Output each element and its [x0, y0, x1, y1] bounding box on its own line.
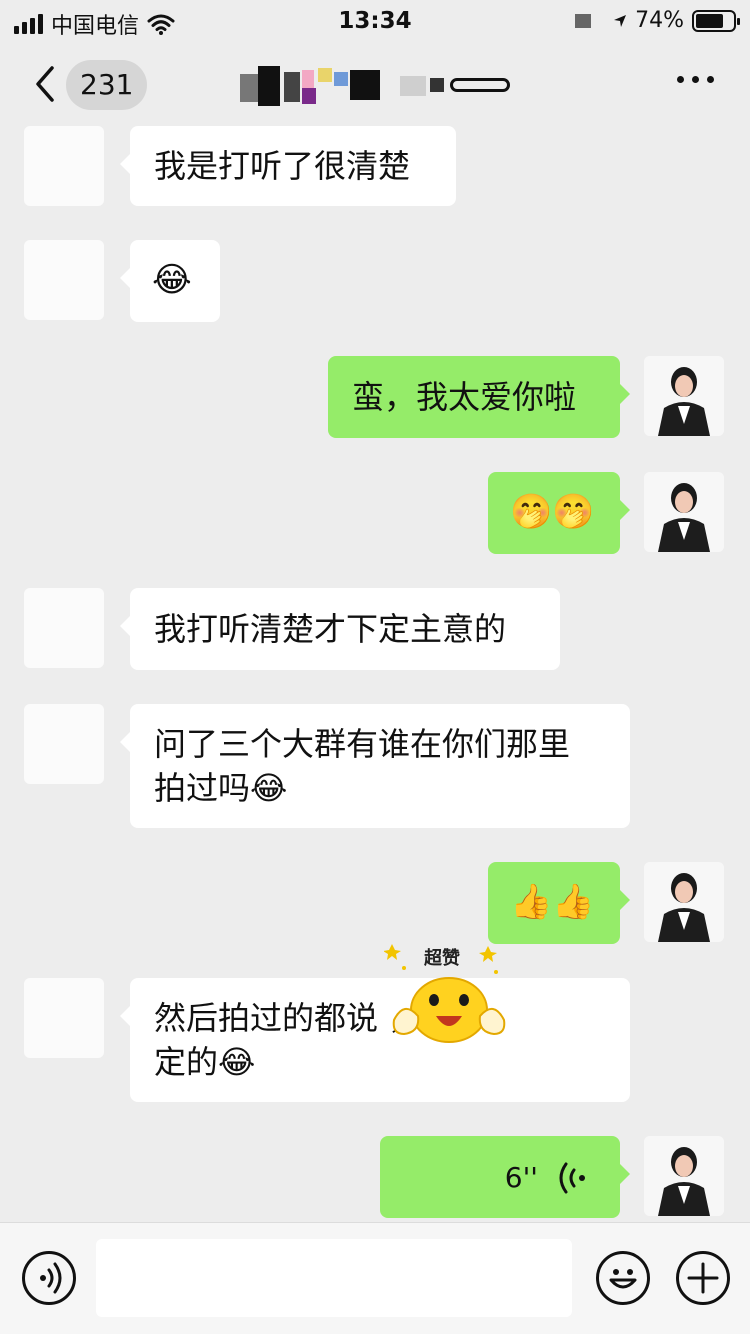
message-input-bar	[0, 1222, 750, 1334]
voice-message-bubble[interactable]: 6''	[380, 1136, 630, 1218]
user-avatar[interactable]	[644, 1136, 724, 1216]
profile-photo-icon	[644, 356, 724, 436]
profile-photo-icon	[644, 472, 724, 552]
message-bubble-incoming[interactable]: 我是打听了很清楚	[120, 126, 456, 206]
voice-input-button[interactable]	[22, 1251, 76, 1305]
user-avatar[interactable]	[644, 862, 724, 942]
message-bubble-incoming[interactable]: 我打听清楚才下定主意的	[120, 588, 560, 670]
thumbs-up-sticker: 超赞	[383, 936, 514, 1062]
battery-icon	[692, 9, 740, 32]
location-arrow-icon	[614, 14, 627, 27]
user-avatar[interactable]	[644, 356, 724, 436]
message-bubble-outgoing[interactable]: 蛮，我太爱你啦	[328, 356, 630, 438]
message-bubble-incoming[interactable]: 然后拍过的都说 ，我才 定的😂	[120, 978, 630, 1102]
message-text-input[interactable]	[96, 1239, 572, 1317]
message-bubble-outgoing-emoji[interactable]: 🤭🤭	[488, 472, 630, 554]
contact-avatar[interactable]	[24, 126, 104, 206]
contact-avatar[interactable]	[24, 240, 104, 320]
screen-recording-indicator	[575, 13, 592, 28]
battery-percent: 74%	[635, 8, 684, 33]
contact-avatar[interactable]	[24, 978, 104, 1058]
voice-input-icon	[40, 1262, 62, 1294]
sticker-caption: 超赞	[424, 948, 460, 969]
more-options-button[interactable]	[677, 76, 714, 83]
profile-photo-icon	[644, 862, 724, 942]
profile-photo-icon	[644, 1136, 724, 1216]
unread-count-badge[interactable]: 231	[66, 60, 148, 110]
chat-title-redacted	[240, 66, 530, 106]
message-bubble-incoming[interactable]: 问了三个大群有谁在你们那里 拍过吗😂	[120, 704, 630, 828]
back-button[interactable]	[26, 60, 66, 108]
voice-duration: 6''	[504, 1161, 538, 1194]
emoji-picker-button[interactable]	[596, 1251, 650, 1305]
more-actions-button[interactable]	[676, 1251, 730, 1305]
message-bubble-outgoing-emoji[interactable]: 👍👍	[488, 862, 630, 944]
message-bubble-incoming-emoji[interactable]: 😂	[120, 240, 220, 322]
contact-avatar[interactable]	[24, 588, 104, 668]
chevron-left-icon	[36, 66, 54, 102]
chat-header: 231	[0, 42, 750, 128]
user-avatar[interactable]	[644, 472, 724, 552]
status-bar: 中国电信 13:34 74%	[0, 0, 750, 42]
voice-wave-icon	[559, 1162, 585, 1194]
contact-avatar[interactable]	[24, 704, 104, 784]
smiley-face-icon	[609, 1269, 637, 1289]
plus-icon	[687, 1262, 719, 1294]
